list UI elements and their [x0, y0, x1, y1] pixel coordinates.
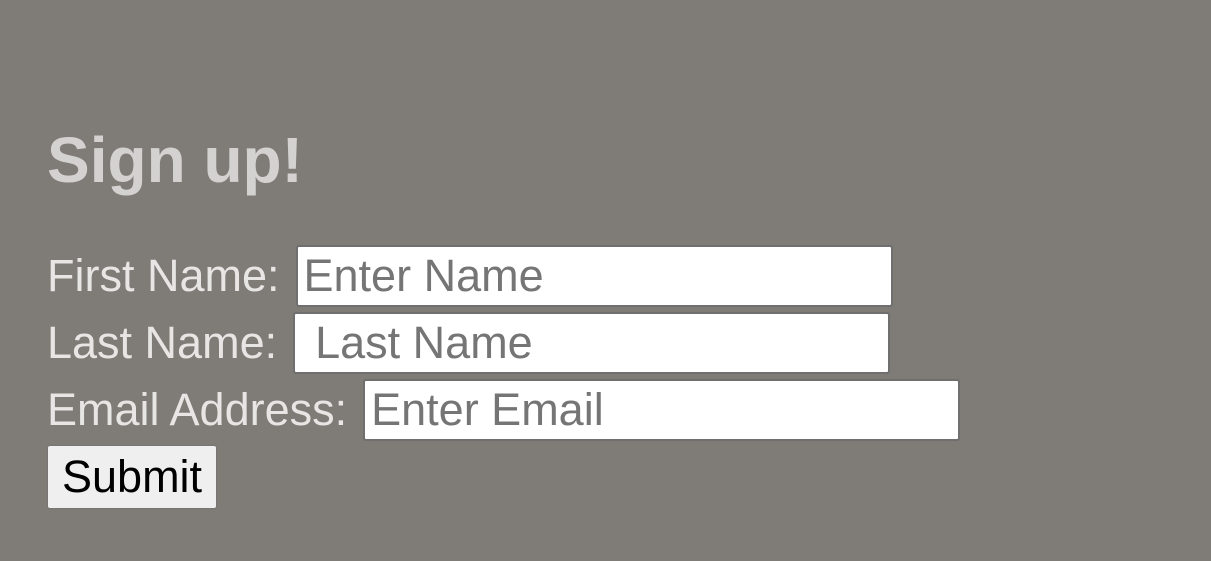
signup-form: First Name: Last Name: Email Address: Su… [47, 242, 961, 509]
first-name-input[interactable] [295, 244, 893, 307]
email-input[interactable] [363, 378, 961, 441]
first-name-label: First Name: [47, 249, 280, 301]
last-name-label: Last Name: [47, 316, 278, 368]
signup-form-container: Sign up! First Name: Last Name: Email Ad… [47, 124, 961, 509]
submit-button[interactable]: Submit [47, 445, 218, 509]
first-name-row: First Name: [47, 242, 960, 309]
page-title: Sign up! [47, 124, 303, 196]
email-label: Email Address: [47, 383, 348, 435]
page: { "form": { "title": "Sign up!", "fields… [0, 0, 1211, 561]
email-row: Email Address: [47, 376, 961, 443]
last-name-row: Last Name: [47, 309, 960, 376]
last-name-input[interactable] [293, 311, 891, 374]
